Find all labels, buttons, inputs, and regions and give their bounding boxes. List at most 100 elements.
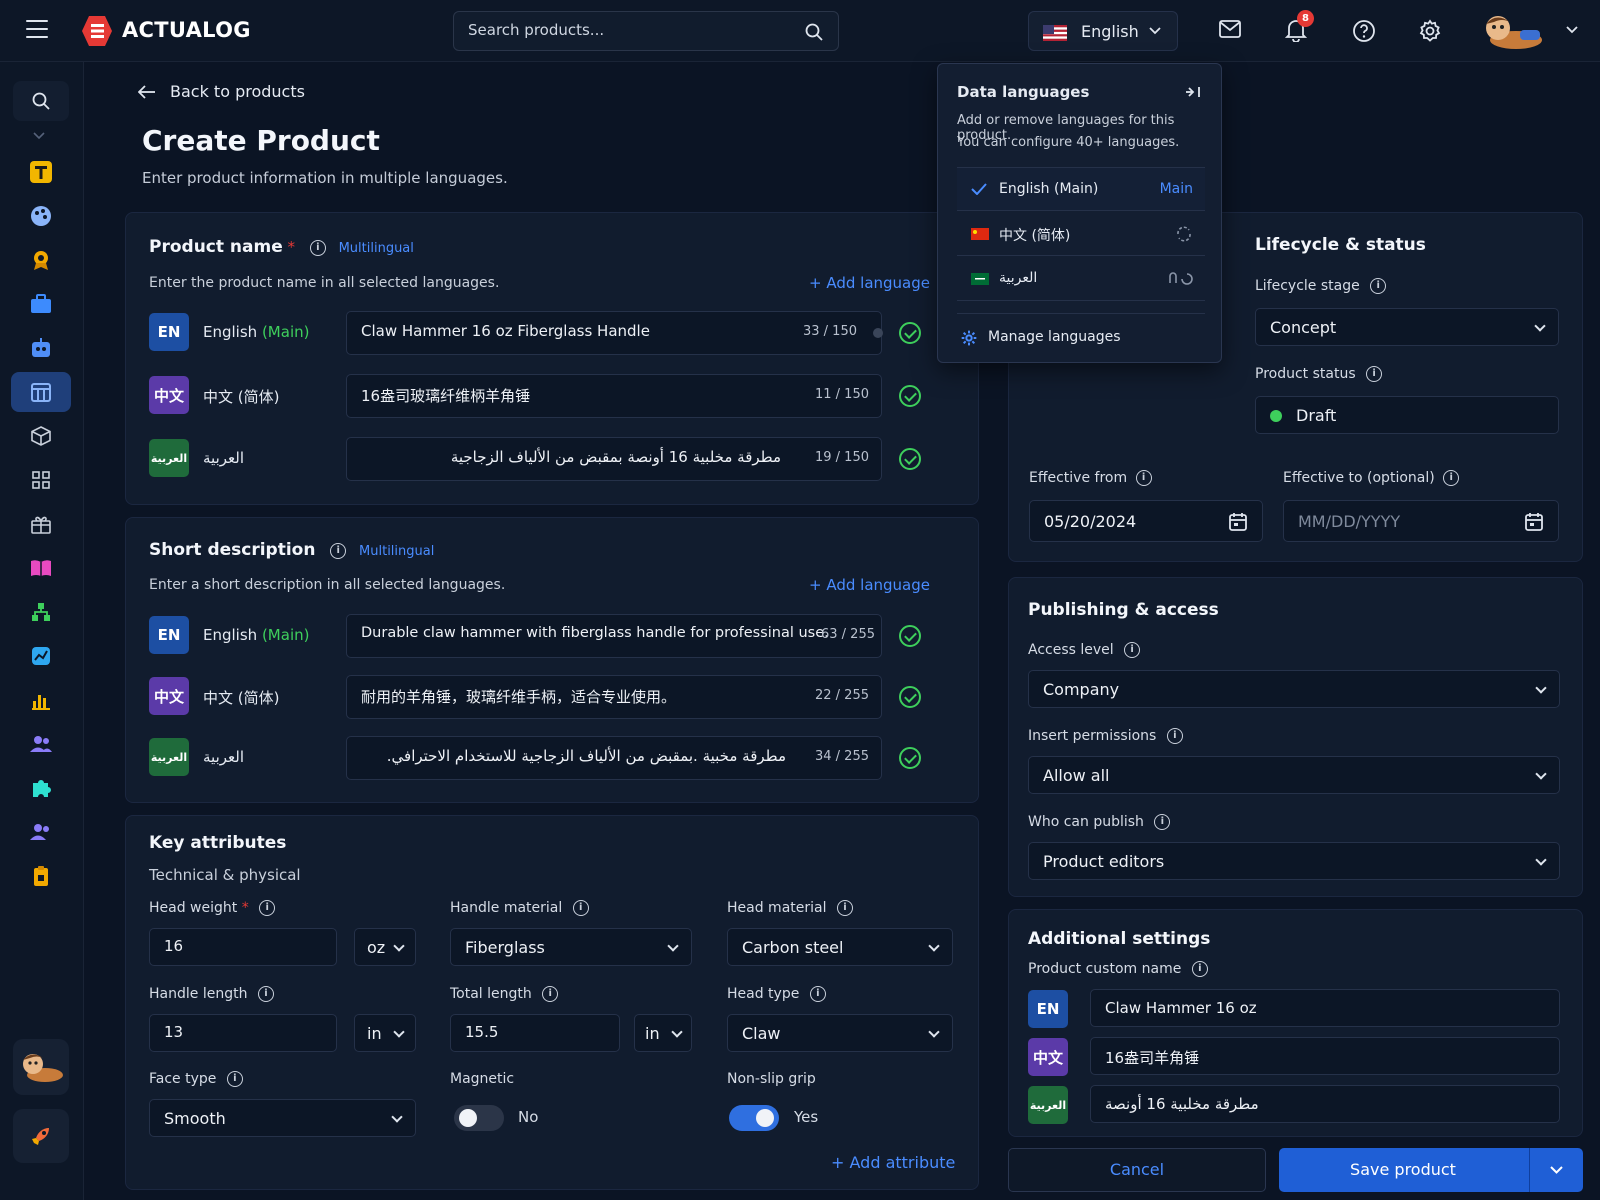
info-icon[interactable]: i bbox=[542, 986, 559, 1002]
custom-name-zh-input[interactable]: 16盎司羊角锤 bbox=[1090, 1037, 1560, 1075]
calendar-icon[interactable] bbox=[1524, 512, 1544, 532]
info-icon[interactable]: i bbox=[1154, 814, 1171, 830]
total-length-input[interactable]: 15.5 bbox=[450, 1014, 620, 1052]
short-description-ar-input[interactable]: مطرقة مخبية .بمقبض من الألياف الزجاجية ل… bbox=[346, 736, 882, 780]
chevron-down-icon bbox=[393, 1026, 405, 1038]
info-icon[interactable]: i bbox=[259, 900, 276, 916]
lifecycle-stage-select[interactable]: Concept bbox=[1255, 308, 1559, 346]
add-language-button[interactable]: + Add language bbox=[809, 576, 930, 594]
custom-name-ar-input[interactable]: مطرقة مخلبية 16 أونصة bbox=[1090, 1085, 1560, 1123]
back-to-products-link[interactable]: Back to products bbox=[138, 82, 305, 101]
sidebar-item-briefcase[interactable] bbox=[11, 284, 71, 324]
help-icon[interactable] bbox=[1352, 19, 1376, 43]
sidebar-item-chart[interactable] bbox=[11, 680, 71, 720]
product-name-zh-input[interactable]: 16盎司玻璃纤维柄羊角锤 11 / 150 bbox=[346, 374, 882, 418]
head-weight-label: Head weight * i bbox=[149, 900, 276, 916]
sidebar-item-users[interactable] bbox=[11, 724, 71, 764]
insert-permissions-select[interactable]: Allow all bbox=[1028, 756, 1560, 794]
head-type-select[interactable]: Claw bbox=[727, 1014, 953, 1052]
head-weight-input[interactable]: 16 bbox=[149, 928, 337, 966]
sidebar-item-hierarchy[interactable] bbox=[11, 460, 71, 500]
collapse-icon[interactable] bbox=[1185, 86, 1201, 98]
search-input[interactable] bbox=[468, 21, 788, 39]
check-circle-icon bbox=[899, 747, 921, 769]
sidebar-avatar[interactable] bbox=[13, 1039, 69, 1095]
popover-divider bbox=[957, 313, 1205, 314]
effective-to-input[interactable]: MM/DD/YYYY bbox=[1283, 500, 1559, 542]
sidebar-item-clipboard[interactable] bbox=[11, 856, 71, 896]
total-length-unit-select[interactable]: in bbox=[634, 1014, 692, 1052]
calendar-icon[interactable] bbox=[1228, 512, 1248, 532]
language-selector[interactable]: English bbox=[1028, 11, 1178, 51]
sidebar-item-gift[interactable] bbox=[11, 504, 71, 544]
product-name-en-input[interactable]: Claw Hammer 16 oz Fiberglass Handle 33 /… bbox=[346, 311, 883, 355]
custom-name-en-input[interactable]: Claw Hammer 16 oz bbox=[1090, 989, 1560, 1027]
sync-icon[interactable] bbox=[1175, 226, 1193, 242]
info-icon[interactable]: i bbox=[809, 986, 826, 1002]
checkmark-icon bbox=[971, 183, 987, 195]
sidebar-item-org[interactable] bbox=[11, 592, 71, 632]
sidebar-item-team[interactable] bbox=[11, 812, 71, 852]
info-icon[interactable]: i bbox=[836, 900, 853, 916]
sidebar-search-button[interactable] bbox=[13, 81, 69, 121]
handle-length-unit-select[interactable]: in bbox=[354, 1014, 416, 1052]
effective-from-input[interactable]: 05/20/2024 bbox=[1029, 500, 1263, 542]
popover-lang-ar[interactable]: العربية bbox=[957, 257, 1205, 301]
cancel-button[interactable]: Cancel bbox=[1008, 1148, 1266, 1192]
head-material-select[interactable]: Carbon steel bbox=[727, 928, 953, 966]
add-attribute-button[interactable]: + Add attribute bbox=[831, 1153, 955, 1172]
short-description-zh-input[interactable]: 耐用的羊角锤，玻璃纤维手柄，适合专业使用。 22 / 255 bbox=[346, 675, 882, 719]
sidebar-launch-button[interactable] bbox=[13, 1109, 69, 1163]
sidebar-item-book[interactable] bbox=[11, 548, 71, 588]
sidebar-item-catalog[interactable] bbox=[11, 372, 71, 412]
popover-lang-zh[interactable]: 中文 (简体) bbox=[957, 212, 1205, 256]
popover-lang-en[interactable]: English (Main) Main bbox=[957, 167, 1205, 211]
product-name-ar-input[interactable]: مطرقة مخلبية 16 أونصة بمقبض من الألياف ا… bbox=[346, 437, 882, 481]
info-icon[interactable]: i bbox=[1135, 470, 1152, 486]
gear-icon[interactable] bbox=[1418, 19, 1442, 43]
sidebar-item-award[interactable] bbox=[11, 240, 71, 280]
info-icon[interactable]: i bbox=[1443, 470, 1460, 486]
handle-material-select[interactable]: Fiberglass bbox=[450, 928, 692, 966]
chevron-down-icon[interactable] bbox=[1566, 26, 1578, 34]
access-level-select[interactable]: Company bbox=[1028, 670, 1560, 708]
face-type-select[interactable]: Smooth bbox=[149, 1099, 416, 1137]
product-status-field[interactable]: Draft bbox=[1255, 396, 1559, 434]
chevron-down-icon[interactable] bbox=[33, 132, 45, 140]
magnetic-toggle[interactable] bbox=[454, 1105, 504, 1131]
sidebar-item-cube[interactable] bbox=[11, 416, 71, 456]
handle-length-input[interactable]: 13 bbox=[149, 1014, 337, 1052]
who-can-publish-select[interactable]: Product editors bbox=[1028, 842, 1560, 880]
sidebar-item-analytics[interactable] bbox=[11, 636, 71, 676]
sidebar-item-puzzle[interactable] bbox=[11, 768, 71, 808]
menu-icon[interactable] bbox=[26, 20, 48, 38]
user-avatar[interactable] bbox=[1476, 10, 1546, 52]
info-icon[interactable]: i bbox=[1366, 366, 1383, 382]
info-icon[interactable]: i bbox=[1191, 961, 1208, 977]
sidebar-item-palette[interactable] bbox=[11, 196, 71, 236]
info-icon[interactable]: i bbox=[257, 986, 274, 1002]
sidebar-item-text[interactable] bbox=[11, 152, 71, 192]
short-description-en-input[interactable]: Durable claw hammer with fiberglass hand… bbox=[346, 614, 882, 658]
info-icon[interactable]: i bbox=[309, 239, 326, 256]
analytics-icon bbox=[32, 647, 50, 665]
book-icon bbox=[31, 560, 51, 576]
save-options-button[interactable] bbox=[1530, 1148, 1583, 1192]
mail-icon[interactable] bbox=[1219, 20, 1241, 38]
add-language-button[interactable]: + Add language bbox=[809, 274, 930, 292]
info-icon[interactable]: i bbox=[1166, 728, 1183, 744]
info-icon[interactable]: i bbox=[1124, 642, 1141, 658]
nonslip-toggle[interactable] bbox=[729, 1105, 779, 1131]
info-icon[interactable]: i bbox=[1370, 278, 1387, 294]
save-product-button[interactable]: Save product bbox=[1279, 1148, 1583, 1192]
head-weight-unit-select[interactable]: oz bbox=[354, 928, 416, 966]
info-icon[interactable]: i bbox=[572, 900, 589, 916]
manage-languages-button[interactable]: Manage languages bbox=[957, 320, 1205, 356]
head-material-label: Head material i bbox=[727, 900, 853, 916]
search-icon[interactable] bbox=[804, 22, 824, 42]
sidebar-item-robot[interactable] bbox=[11, 328, 71, 368]
info-icon[interactable]: i bbox=[226, 1071, 243, 1087]
saudi-flag-icon bbox=[971, 273, 989, 285]
info-icon[interactable]: i bbox=[330, 542, 347, 559]
sync-icon[interactable] bbox=[1167, 271, 1193, 287]
